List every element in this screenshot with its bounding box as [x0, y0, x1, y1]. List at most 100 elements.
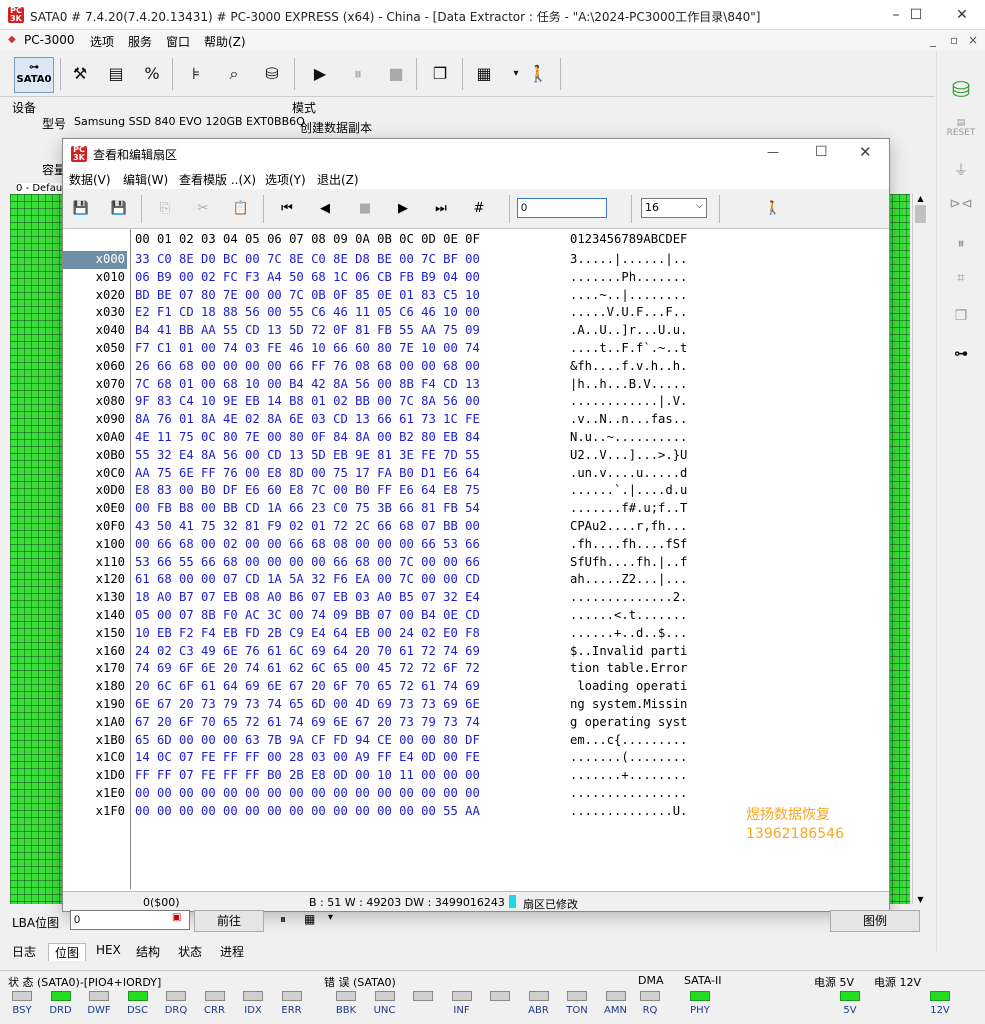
percent-icon[interactable]: %	[136, 58, 168, 90]
binoculars-icon[interactable]: ⌕	[218, 58, 250, 90]
hex-row[interactable]: x0C0 AA 75 6E FF 76 00 E8 8D 00 75 17 FA …	[63, 465, 889, 483]
row-ascii[interactable]: ............|.V.	[570, 393, 687, 411]
clear-icon[interactable]: ▣	[172, 912, 181, 923]
row-hex-bytes[interactable]: 6E 67 20 73 79 73 74 65 6D 00 4D 69 73 7…	[135, 696, 480, 714]
scroll-thumb[interactable]	[915, 205, 926, 223]
row-hex-bytes[interactable]: AA 75 6E FF 76 00 E8 8D 00 75 17 FA B0 D…	[135, 465, 480, 483]
row-hex-bytes[interactable]: 55 32 E4 8A 56 00 CD 13 5D EB 9E 81 3E F…	[135, 447, 480, 465]
windows-icon[interactable]: ❐	[424, 58, 456, 90]
row-ascii[interactable]: .un.v....u.....d	[570, 465, 687, 483]
tools-icon[interactable]: ⚒	[64, 58, 96, 90]
row-hex-bytes[interactable]: 7C 68 01 00 68 10 00 B4 42 8A 56 00 8B F…	[135, 376, 480, 394]
hex-row[interactable]: x070 7C 68 01 00 68 10 00 B4 42 8A 56 00 …	[63, 376, 889, 394]
row-ascii[interactable]: $..Invalid parti	[570, 643, 687, 661]
row-ascii[interactable]: .v..N..n...fas..	[570, 411, 687, 429]
tab-bitmap[interactable]: 位图	[48, 943, 87, 961]
stop-icon[interactable]: ■	[380, 58, 412, 90]
pause-side-icon[interactable]: ⏸	[943, 236, 979, 264]
row-hex-bytes[interactable]: 05 00 07 8B F0 AC 3C 00 74 09 BB 07 00 B…	[135, 607, 480, 625]
row-hex-bytes[interactable]: 00 FB B8 00 BB CD 1A 66 23 C0 75 3B 66 8…	[135, 500, 480, 518]
dialog-maximize-button[interactable]: ☐	[815, 144, 828, 160]
hex-row[interactable]: x160 24 02 C3 49 6E 76 61 6C 69 64 20 70 …	[63, 643, 889, 661]
hex-row[interactable]: x060 26 66 68 00 00 00 00 66 FF 76 08 68 …	[63, 358, 889, 376]
row-hex-bytes[interactable]: E2 F1 CD 18 88 56 00 55 C6 46 11 05 C6 4…	[135, 304, 480, 322]
tab-structure[interactable]: 结构	[130, 943, 166, 960]
maximize-button[interactable]: ☐	[896, 4, 936, 26]
menu-service[interactable]: 服务	[128, 33, 152, 50]
hex-row[interactable]: x0F0 43 50 41 75 32 81 F9 02 01 72 2C 66 …	[63, 518, 889, 536]
row-hex-bytes[interactable]: 65 6D 00 00 00 63 7B 9A CF FD 94 CE 00 0…	[135, 732, 480, 750]
tab-status[interactable]: 状态	[172, 943, 208, 960]
row-ascii[interactable]: 3.....|......|..	[570, 251, 687, 269]
row-hex-bytes[interactable]: 67 20 6F 70 65 72 61 74 69 6E 67 20 73 7…	[135, 714, 480, 732]
next-sector-icon[interactable]: ▶	[391, 197, 415, 221]
hex-row[interactable]: x0A0 4E 11 75 0C 80 7E 00 80 0F 84 8A 00 …	[63, 429, 889, 447]
first-sector-icon[interactable]: ⏮	[275, 197, 299, 221]
chip-icon[interactable]: ⌗	[943, 270, 979, 298]
hex-row[interactable]: x150 10 EB F2 F4 EB FD 2B C9 E4 64 EB 00 …	[63, 625, 889, 643]
menu-help[interactable]: 帮助(Z)	[204, 33, 246, 50]
legend-button[interactable]: 图例	[830, 910, 920, 932]
mdi-restore-button[interactable]: ▫	[950, 33, 958, 47]
pause-icon[interactable]: ⏸	[342, 58, 374, 90]
cut-icon[interactable]: ✂	[191, 197, 215, 221]
row-hex-bytes[interactable]: F7 C1 01 00 74 03 FE 46 10 66 60 80 7E 1…	[135, 340, 480, 358]
row-ascii[interactable]: ah.....Z2...|...	[570, 571, 687, 589]
hex-row[interactable]: x010 06 B9 00 02 FC F3 A4 50 68 1C 06 CB …	[63, 269, 889, 287]
row-ascii[interactable]: .......(........	[570, 749, 687, 767]
row-hex-bytes[interactable]: 26 66 68 00 00 00 00 66 FF 76 08 68 00 0…	[135, 358, 480, 376]
hex-row[interactable]: x0E0 00 FB B8 00 BB CD 1A 66 23 C0 75 3B …	[63, 500, 889, 518]
exit-dialog-icon[interactable]: 🚶	[761, 197, 785, 221]
row-ascii[interactable]: g operating syst	[570, 714, 687, 732]
row-ascii[interactable]: .......+........	[570, 767, 687, 785]
hex-row[interactable]: x040 B4 41 BB AA 55 CD 13 5D 72 0F 81 FB …	[63, 322, 889, 340]
play-icon[interactable]: ▶	[304, 58, 336, 90]
hex-row[interactable]: x080 9F 83 C4 10 9E EB 14 B8 01 02 BB 00 …	[63, 393, 889, 411]
task-tree-icon[interactable]: ⊧	[180, 58, 212, 90]
row-ascii[interactable]: ..............U.	[570, 803, 687, 821]
hex-row[interactable]: x030 E2 F1 CD 18 88 56 00 55 C6 46 11 05 …	[63, 304, 889, 322]
row-ascii[interactable]: loading operati	[570, 678, 687, 696]
row-hex-bytes[interactable]: 74 69 6F 6E 20 74 61 62 6C 65 00 45 72 7…	[135, 660, 480, 678]
connector-icon[interactable]: ⊶	[943, 346, 979, 374]
hex-row[interactable]: x0B0 55 32 E4 8A 56 00 CD 13 5D EB 9E 81 …	[63, 447, 889, 465]
row-ascii[interactable]: .......Ph.......	[570, 269, 687, 287]
row-ascii[interactable]: ......`.|....d.u	[570, 482, 687, 500]
hex-row[interactable]: x130 18 A0 B7 07 EB 08 A0 B6 07 EB 03 A0 …	[63, 589, 889, 607]
pause-bitmap-icon[interactable]: ⏸	[280, 912, 286, 927]
go-button[interactable]: 前往	[194, 910, 264, 932]
last-sector-icon[interactable]: ⏭	[429, 197, 453, 221]
row-hex-bytes[interactable]: 53 66 55 66 68 00 00 00 00 66 68 00 7C 0…	[135, 554, 480, 572]
row-ascii[interactable]: .....V.U.F...F..	[570, 304, 687, 322]
row-hex-bytes[interactable]: 43 50 41 75 32 81 F9 02 01 72 2C 66 68 0…	[135, 518, 480, 536]
row-hex-bytes[interactable]: 06 B9 00 02 FC F3 A4 50 68 1C 06 CB FB B…	[135, 269, 480, 287]
row-ascii[interactable]: ......<.t.......	[570, 607, 687, 625]
disk-export-icon[interactable]: ⛁	[256, 58, 288, 90]
row-hex-bytes[interactable]: 00 00 00 00 00 00 00 00 00 00 00 00 00 0…	[135, 785, 480, 803]
image-icon[interactable]: ▦	[468, 58, 500, 90]
dialog-menu-edit[interactable]: 编辑(W)	[123, 171, 168, 188]
row-ascii[interactable]: .A..U..]r...U.u.	[570, 322, 687, 340]
menu-pc3000[interactable]: PC-3000	[24, 33, 74, 47]
hex-row[interactable]: x1B0 65 6D 00 00 00 63 7B 9A CF FD 94 CE …	[63, 732, 889, 750]
scroll-up-icon[interactable]: ▲	[913, 194, 928, 203]
exit-icon[interactable]: 🚶	[522, 58, 554, 90]
row-ascii[interactable]: ......+..d..$...	[570, 625, 687, 643]
row-ascii[interactable]: .......f#.u;f..T	[570, 500, 687, 518]
close-button[interactable]: ✕	[942, 4, 982, 26]
tab-hex[interactable]: HEX	[90, 943, 127, 957]
columns-select[interactable]: 16 ⌵	[641, 198, 707, 218]
mdi-close-button[interactable]: ×	[968, 33, 978, 47]
stop-read-icon[interactable]: ■	[353, 197, 377, 221]
mdi-minimize-button[interactable]: _	[930, 33, 936, 47]
row-hex-bytes[interactable]: 4E 11 75 0C 80 7E 00 80 0F 84 8A 00 B2 8…	[135, 429, 480, 447]
hex-row[interactable]: x170 74 69 6F 6E 20 74 61 62 6C 65 00 45 …	[63, 660, 889, 678]
tab-log[interactable]: 日志	[6, 943, 42, 960]
menu-options[interactable]: 选项	[90, 33, 114, 50]
row-hex-bytes[interactable]: 18 A0 B7 07 EB 08 A0 B6 07 EB 03 A0 B5 0…	[135, 589, 480, 607]
row-hex-bytes[interactable]: E8 83 00 B0 DF E6 60 E8 7C 00 B0 FF E6 6…	[135, 482, 480, 500]
hex-row[interactable]: x000 33 C0 8E D0 BC 00 7C 8E C0 8E D8 BE …	[63, 251, 889, 269]
hex-row[interactable]: x050 F7 C1 01 00 74 03 FE 46 10 66 60 80 …	[63, 340, 889, 358]
paste-icon[interactable]: 📋	[229, 197, 253, 221]
row-hex-bytes[interactable]: BD BE 07 80 7E 00 00 7C 0B 0F 85 0E 01 8…	[135, 287, 480, 305]
